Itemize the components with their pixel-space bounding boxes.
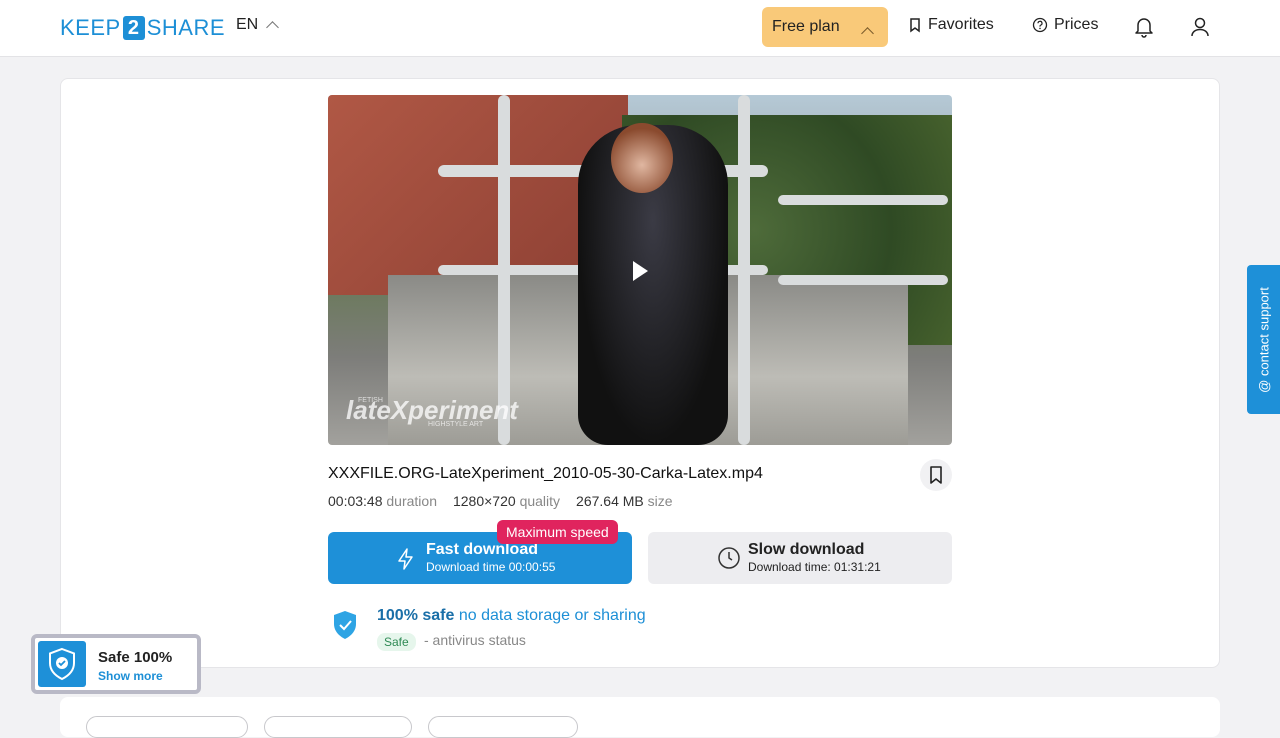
help-circle-icon (1032, 17, 1048, 33)
clock-icon (717, 546, 741, 570)
chevron-up-icon (861, 27, 874, 40)
size-label: size (647, 493, 673, 509)
video-watermark-sub: HIGHSTYLE ART (428, 421, 484, 428)
prices-link[interactable]: Prices (1032, 16, 1098, 34)
logo-number: 2 (122, 16, 145, 40)
slow-download-label: Slow download (748, 541, 865, 558)
free-plan-label: Free plan (772, 18, 840, 35)
favorites-label: Favorites (928, 16, 994, 33)
antivirus-safe-badge: Safe (377, 633, 416, 651)
video-rail (738, 95, 750, 445)
add-favorite-button[interactable] (920, 459, 952, 491)
tab-pill[interactable] (264, 716, 412, 738)
fast-download-text: Fast download Download time 00:00:55 (426, 541, 555, 575)
bookmark-icon (928, 465, 944, 485)
shield-check-icon (332, 610, 358, 640)
shield-check-icon (47, 647, 77, 681)
safe-widget-title: Safe 100% (98, 649, 173, 666)
language-label: EN (236, 16, 259, 33)
quality-info: 1280×720 quality (453, 493, 560, 509)
size-value: 267.64 MB (576, 493, 644, 509)
play-icon[interactable] (633, 261, 648, 281)
safe-widget-badge (38, 641, 86, 687)
safety-statement: 100% safe no data storage or sharing (377, 607, 646, 625)
logo-text-right: SHARE (146, 15, 225, 40)
duration-value: 00:03:48 (328, 493, 383, 509)
free-plan-button[interactable]: Free plan (762, 7, 888, 47)
prices-label: Prices (1054, 16, 1099, 33)
lightning-icon (396, 547, 416, 571)
show-more-link[interactable]: Show more (98, 669, 163, 683)
video-preview[interactable]: FETISH lateXperiment HIGHSTYLE ART (328, 95, 952, 445)
video-rail (498, 95, 510, 445)
contact-support-label: @ contact support (1256, 286, 1271, 393)
favorites-link[interactable]: Favorites (908, 16, 994, 34)
logo-text-left: KEEP (60, 15, 121, 40)
duration-info: 00:03:48 duration (328, 493, 437, 509)
safety-bold: 100% safe (377, 607, 455, 624)
bookmark-icon (908, 17, 922, 33)
slow-download-text: Slow download Download time: 01:31:21 (748, 541, 881, 575)
contact-support-button[interactable]: @ contact support (1247, 265, 1280, 414)
quality-value: 1280×720 (452, 493, 516, 509)
user-icon (1190, 16, 1210, 38)
fast-download-time: Download time 00:00:55 (426, 560, 556, 574)
video-rail (778, 275, 948, 285)
slow-download-time: Download time: 01:31:21 (748, 560, 881, 574)
antivirus-status-label: - antivirus status (424, 632, 526, 648)
keep2share-logo[interactable]: KEEP 2 SHARE (60, 14, 225, 42)
duration-label: duration (386, 493, 437, 509)
safe-widget[interactable]: Safe 100% Show more (31, 634, 201, 694)
maximum-speed-badge: Maximum speed (497, 520, 618, 544)
top-header: KEEP 2 SHARE EN Free plan Favorites Pric… (0, 0, 1280, 57)
notifications-button[interactable] (1134, 16, 1154, 38)
bell-icon (1134, 16, 1154, 38)
slow-download-button[interactable]: Slow download Download time: 01:31:21 (648, 532, 952, 584)
safety-rest: no data storage or sharing (458, 607, 646, 624)
chevron-up-icon (266, 21, 280, 34)
video-rail (778, 195, 948, 205)
video-figure-head (611, 123, 673, 193)
tab-pill[interactable] (428, 716, 578, 738)
file-name: XXXFILE.ORG-LateXperiment_2010-05-30-Car… (328, 465, 763, 482)
quality-label: quality (519, 493, 561, 509)
size-info: 267.64 MB size (576, 493, 673, 509)
language-selector[interactable]: EN (236, 16, 280, 34)
tab-pill[interactable] (86, 716, 248, 738)
file-meta: 00:03:48 duration 1280×720 quality 267.6… (328, 493, 673, 509)
account-button[interactable] (1190, 16, 1210, 38)
